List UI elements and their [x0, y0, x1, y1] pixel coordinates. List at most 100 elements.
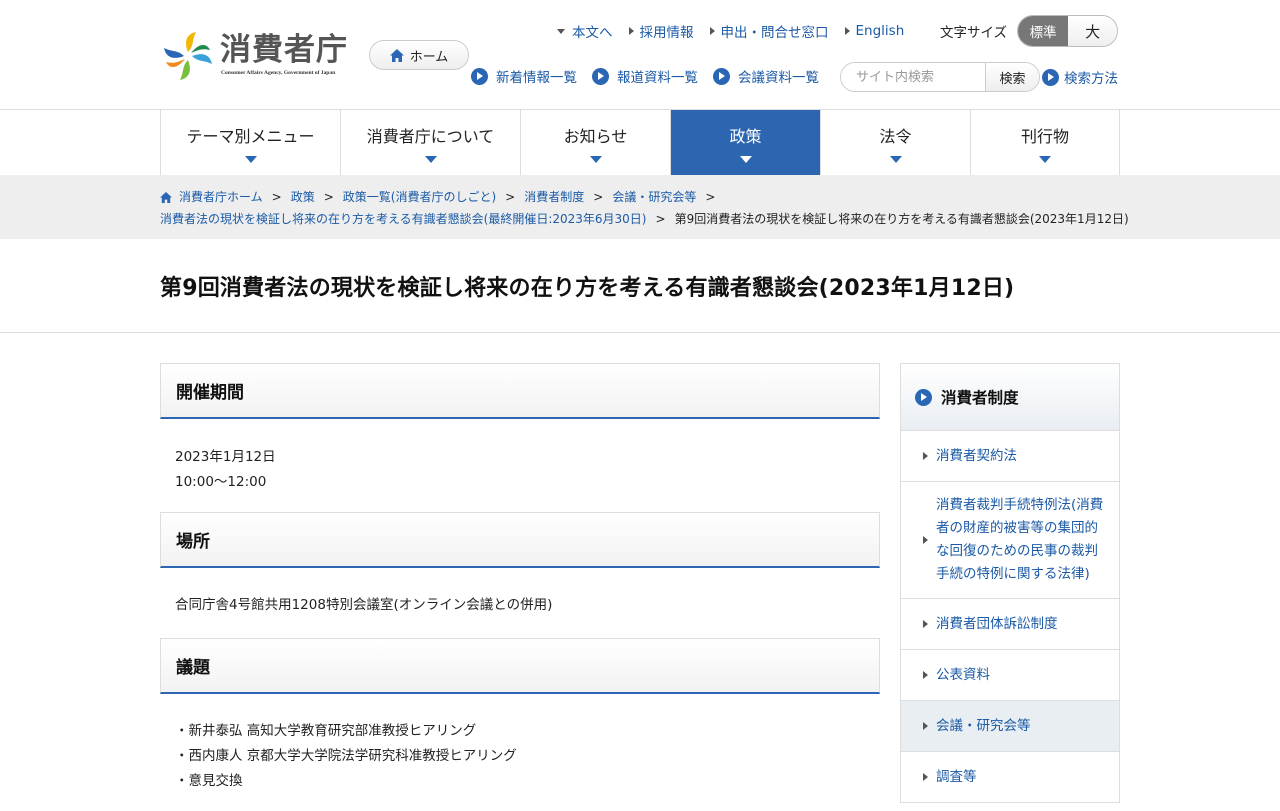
main-content: 開催期間 2023年1月12日 10:00～12:00 場所 合同庁舎4号館共用…	[160, 363, 880, 811]
circle-arrow-icon	[471, 67, 488, 85]
gnav-label: 消費者庁について	[366, 126, 495, 146]
agenda-item: ・意見交換	[175, 773, 243, 789]
sidebar-item-group-litigation[interactable]: 消費者団体訴訟制度	[901, 599, 1119, 650]
meeting-place: 合同庁舎4号館共用1208特別会議室(オンライン会議との併用)	[175, 597, 553, 613]
home-icon	[160, 191, 172, 203]
arrow-right-icon	[844, 27, 850, 35]
section-body-agenda: ・新井泰弘 高知大学教育研究部准教授ヒアリング ・西内康人 京都大学大学院法学研…	[160, 694, 880, 811]
sidebar-item-label: 会議・研究会等	[936, 717, 1031, 734]
sidebar-item-label: 調査等	[936, 768, 977, 785]
logo-subtitle: Consumer Affairs Agency, Government of J…	[221, 70, 336, 76]
home-button[interactable]: ホーム	[369, 40, 469, 70]
caret-down-icon	[1039, 155, 1051, 163]
press-release-link[interactable]: 報道資料一覧	[592, 66, 698, 86]
breadcrumb-link[interactable]: 政策	[291, 186, 315, 208]
gnav-label: 政策	[729, 126, 762, 146]
link-label: 会議資料一覧	[738, 70, 819, 86]
meeting-time: 10:00～12:00	[175, 474, 267, 490]
section-body-place: 合同庁舎4号館共用1208特別会議室(オンライン会議との併用)	[160, 568, 880, 638]
arrow-right-icon	[923, 620, 928, 628]
home-label: ホーム	[409, 49, 449, 65]
arrow-down-icon	[557, 28, 565, 34]
gnav-laws[interactable]: 法令	[821, 110, 971, 175]
breadcrumb-link[interactable]: 消費者庁ホーム	[179, 186, 263, 208]
breadcrumb-separator: >	[323, 190, 334, 204]
link-label: 本文へ	[572, 25, 613, 41]
agenda-item: ・新井泰弘 高知大学教育研究部准教授ヒアリング	[175, 723, 477, 739]
link-label: English	[855, 23, 905, 39]
font-size-large-button[interactable]: 大	[1068, 16, 1118, 46]
agenda-item: ・西内康人 京都大学大学院法学研究科准教授ヒアリング	[175, 748, 517, 764]
arrow-right-icon	[628, 27, 634, 35]
link-label: 報道資料一覧	[617, 70, 698, 86]
logo-mark-icon	[164, 32, 212, 80]
arrow-right-icon	[923, 452, 928, 460]
meeting-date: 2023年1月12日	[175, 449, 276, 465]
gnav-label: テーマ別メニュー	[186, 126, 315, 146]
skip-to-content-link[interactable]: 本文へ	[557, 21, 613, 41]
contact-link[interactable]: 申出・問合せ窓口	[709, 21, 829, 41]
sidebar-item-consumer-litigation-act[interactable]: 消費者裁判手続特例法(消費者の財産的被害等の集団的な回復のための民事の裁判手続の…	[901, 482, 1119, 599]
quick-links: 新着情報一覧 報道資料一覧 会議資料一覧	[471, 66, 834, 86]
gnav-policy[interactable]: 政策	[671, 110, 821, 175]
site-search: 検索	[840, 62, 1040, 92]
section-heading-agenda: 議題	[160, 638, 880, 694]
sidebar-heading-label: 消費者制度	[941, 389, 1019, 407]
caret-down-icon	[589, 155, 602, 163]
arrow-right-icon	[923, 722, 928, 730]
search-button[interactable]: 検索	[985, 63, 1039, 91]
sidebar-item-label: 消費者契約法	[936, 447, 1017, 464]
gnav-publications[interactable]: 刊行物	[971, 110, 1120, 175]
sidebar-heading[interactable]: 消費者制度	[901, 364, 1119, 431]
gnav-news[interactable]: お知らせ	[521, 110, 671, 175]
breadcrumb: 消費者庁ホーム > 政策 > 政策一覧(消費者庁のしごと) > 消費者制度 > 会議・研…	[0, 175, 1280, 239]
caret-down-icon	[739, 155, 752, 163]
sidebar-item-meetings[interactable]: 会議・研究会等	[901, 701, 1119, 752]
news-list-link[interactable]: 新着情報一覧	[471, 66, 577, 86]
section-body-period: 2023年1月12日 10:00～12:00	[160, 419, 880, 512]
site-logo[interactable]: 消費者庁 Consumer Affairs Agency, Government…	[160, 30, 350, 82]
gnav-about[interactable]: 消費者庁について	[341, 110, 521, 175]
breadcrumb-link[interactable]: 消費者法の現状を検証し将来の在り方を考える有識者懇談会(最終開催日:2023年6…	[160, 208, 647, 230]
breadcrumb-link[interactable]: 会議・研究会等	[612, 186, 696, 208]
link-label: 新着情報一覧	[496, 70, 577, 86]
search-method-link[interactable]: 検索方法	[1042, 67, 1118, 87]
page-title-area: 第9回消費者法の現状を検証し将来の在り方を考える有識者懇談会(2023年1月12…	[0, 239, 1280, 333]
circle-arrow-icon	[713, 67, 730, 85]
link-label: 検索方法	[1064, 71, 1118, 87]
breadcrumb-separator: >	[655, 212, 666, 226]
font-size-label: 文字サイズ	[940, 25, 1008, 41]
breadcrumb-separator: >	[505, 190, 516, 204]
circle-arrow-icon	[915, 388, 932, 406]
font-size-group: 標準 大	[1017, 15, 1119, 47]
gnav-theme-menu[interactable]: テーマ別メニュー	[161, 110, 341, 175]
caret-down-icon	[889, 155, 902, 163]
breadcrumb-current: 第9回消費者法の現状を検証し将来の在り方を考える有識者懇談会(2023年1月12…	[674, 212, 1129, 226]
meeting-materials-link[interactable]: 会議資料一覧	[713, 66, 819, 86]
sidebar: 消費者制度 消費者契約法 消費者裁判手続特例法(消費者の財産的被害等の集団的な回…	[900, 363, 1120, 803]
utility-links: 本文へ 採用情報 申出・問合せ窓口 English	[557, 20, 920, 42]
logo-text: 消費者庁	[220, 32, 348, 68]
breadcrumb-link[interactable]: 消費者制度	[524, 186, 584, 208]
arrow-right-icon	[923, 536, 928, 544]
english-link[interactable]: English	[844, 23, 905, 39]
gnav-label: お知らせ	[563, 126, 628, 146]
sidebar-item-surveys[interactable]: 調査等	[901, 752, 1119, 803]
link-label: 採用情報	[639, 25, 694, 41]
caret-down-icon	[244, 155, 257, 163]
section-heading-period: 開催期間	[160, 363, 880, 419]
arrow-right-icon	[709, 27, 715, 35]
section-heading-place: 場所	[160, 512, 880, 568]
sidebar-item-public-materials[interactable]: 公表資料	[901, 650, 1119, 701]
recruitment-link[interactable]: 採用情報	[628, 21, 694, 41]
search-input[interactable]	[841, 63, 985, 91]
breadcrumb-link[interactable]: 政策一覧(消費者庁のしごと)	[343, 186, 496, 208]
breadcrumb-separator: >	[271, 190, 282, 204]
sidebar-item-consumer-contract-act[interactable]: 消費者契約法	[901, 431, 1119, 482]
circle-arrow-icon	[592, 67, 609, 85]
home-icon	[389, 48, 404, 62]
caret-down-icon	[424, 155, 437, 163]
font-size-standard-button[interactable]: 標準	[1018, 16, 1069, 46]
arrow-right-icon	[923, 671, 928, 679]
font-size-switcher: 文字サイズ 標準 大	[940, 15, 1119, 47]
